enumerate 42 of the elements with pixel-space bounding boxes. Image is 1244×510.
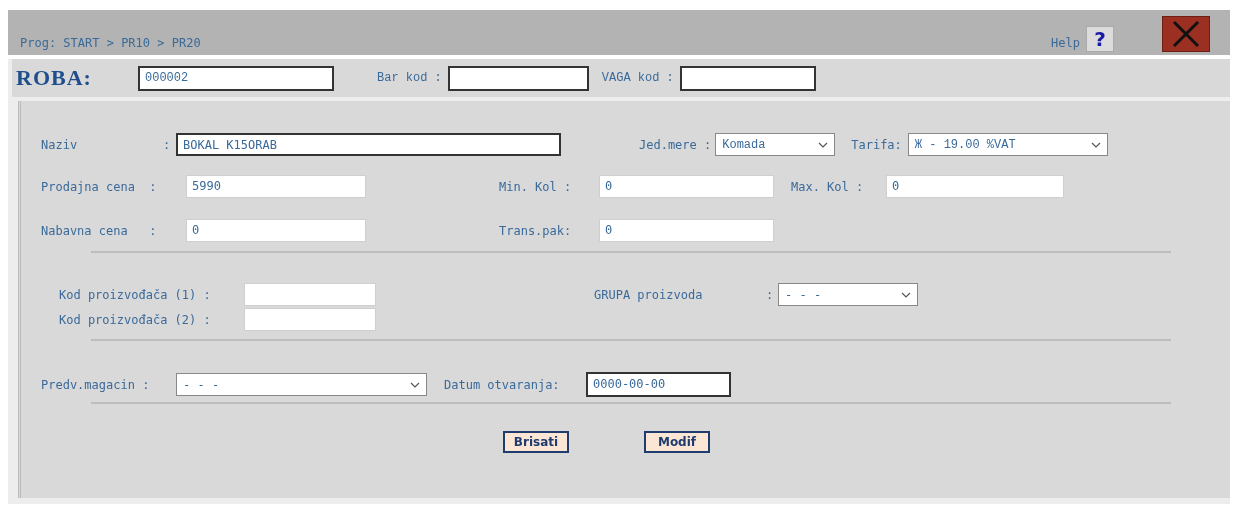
breadcrumb: Prog: START > PR10 > PR20: [20, 36, 201, 50]
input-field[interactable]: 0: [186, 219, 366, 242]
dropdown[interactable]: Komada: [715, 133, 836, 156]
field-label: Bar kod :: [377, 71, 442, 85]
dropdown[interactable]: - - -: [176, 373, 427, 396]
field-label: Max. Kol :: [791, 179, 865, 194]
help-label: Help: [1051, 36, 1080, 50]
field-label: Min. Kol :: [499, 179, 573, 194]
field-label: Jed.mere :: [639, 137, 712, 152]
code-field[interactable]: 000002: [138, 65, 334, 91]
field-label: Naziv: [41, 137, 79, 152]
field-label: Kod proizvođača (2) :: [59, 312, 212, 327]
input-field[interactable]: [447, 65, 589, 91]
field-label: Predv.magacin :: [41, 377, 151, 392]
field-label: Tarifa:: [851, 137, 902, 152]
colon-label: :: [766, 287, 775, 302]
input-field[interactable]: [679, 65, 816, 91]
field-label: Prodajna cena :: [41, 179, 158, 194]
colon-label: :: [163, 137, 172, 152]
date-field[interactable]: 0000-00-00: [586, 372, 731, 397]
input-field[interactable]: BOKAL K15ORAB: [176, 133, 561, 156]
chevron-icon: [818, 141, 829, 148]
field-label: Kod proizvođača (1) :: [59, 287, 212, 302]
field-label: Trans.pak:: [499, 223, 573, 238]
input-field[interactable]: 0: [886, 175, 1064, 198]
dropdown[interactable]: - - -: [778, 283, 918, 306]
chevron-icon: [1090, 141, 1101, 148]
input-field[interactable]: 0: [599, 175, 774, 198]
input-field[interactable]: 0: [599, 219, 774, 242]
delete-button[interactable]: Brisati: [503, 431, 569, 453]
chevron-icon: [901, 291, 911, 298]
modify-button[interactable]: Modif: [644, 431, 710, 453]
field-label: Nabavna cena :: [41, 223, 158, 238]
form-title: ROBA:: [16, 65, 93, 91]
close-button[interactable]: [1162, 16, 1210, 52]
field-label: GRUPA proizvoda: [594, 287, 704, 302]
dropdown[interactable]: Ж - 19.00 %VAT: [907, 133, 1108, 156]
input-field[interactable]: 5990: [186, 175, 366, 198]
help-button[interactable]: ?: [1086, 26, 1114, 52]
field-label: VAGA kod :: [601, 71, 674, 85]
chevron-icon: [410, 381, 420, 388]
field-label: Datum otvaranja:: [444, 377, 561, 392]
